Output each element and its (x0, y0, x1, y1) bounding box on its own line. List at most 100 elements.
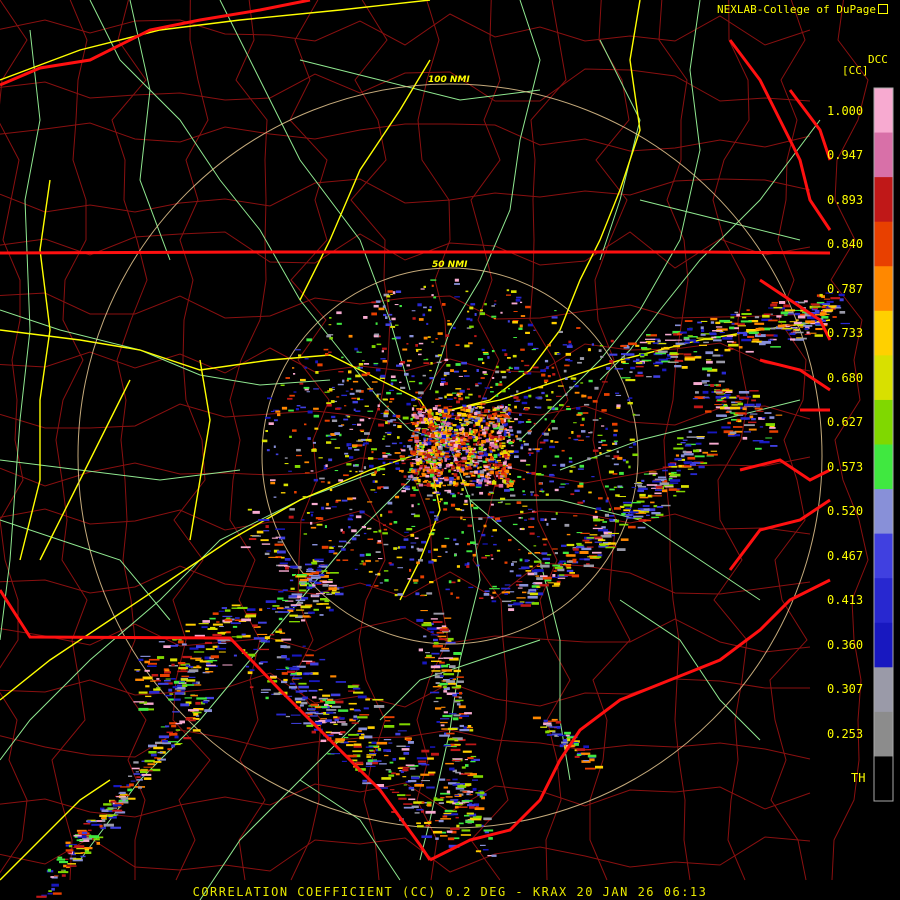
echo-pixel (662, 469, 668, 472)
echo-pixel (411, 789, 415, 791)
echo-pixel (252, 535, 261, 537)
echo-pixel (417, 303, 422, 307)
echo-pixel (484, 484, 489, 487)
echo-pixel (588, 491, 592, 494)
echo-pixel (319, 564, 329, 566)
echo-pixel (352, 750, 363, 753)
echo-pixel (631, 486, 636, 488)
echo-pixel (642, 505, 650, 507)
echo-pixel (326, 572, 330, 574)
echo-pixel (336, 396, 340, 398)
echo-pixel (608, 470, 615, 474)
echo-pixel (413, 514, 420, 518)
echo-pixel (136, 779, 143, 781)
echo-pixel (566, 543, 575, 547)
echo-pixel (265, 416, 271, 419)
color-scale-segment (874, 667, 893, 713)
echo-pixel (453, 473, 458, 477)
echo-pixel (323, 592, 330, 594)
echo-pixel (218, 642, 227, 644)
echo-pixel (737, 331, 748, 335)
echo-pixel (584, 541, 593, 544)
echo-pixel (409, 558, 415, 561)
echo-pixel (497, 418, 500, 422)
echo-pixel (466, 388, 471, 390)
echo-pixel (427, 803, 432, 807)
echo-pixel (693, 341, 700, 344)
echo-pixel (637, 484, 643, 487)
echo-pixel (819, 293, 823, 297)
echo-pixel (383, 570, 389, 572)
echo-pixel (212, 633, 222, 637)
echo-pixel (737, 402, 744, 406)
echo-pixel (470, 430, 473, 434)
echo-pixel (413, 405, 417, 407)
echo-pixel (715, 321, 721, 325)
echo-pixel (284, 558, 291, 561)
echo-pixel (338, 545, 343, 548)
echo-pixel (507, 466, 512, 469)
echo-pixel (449, 446, 454, 451)
echo-pixel (798, 301, 806, 304)
echo-pixel (754, 316, 760, 319)
echo-pixel (532, 366, 539, 369)
echo-pixel (554, 566, 563, 569)
echo-pixel (161, 740, 168, 743)
echo-pixel (271, 537, 278, 539)
echo-pixel (586, 546, 594, 548)
echo-pixel (119, 791, 126, 795)
echo-pixel (397, 567, 404, 569)
echo-pixel (395, 324, 399, 326)
echo-pixel (662, 368, 667, 372)
color-scale-label: 0.413 (827, 593, 864, 608)
echo-pixel (453, 397, 457, 399)
echo-pixel (736, 395, 740, 398)
echo-pixel (390, 293, 393, 295)
echo-pixel (479, 470, 485, 474)
echo-pixel (769, 416, 775, 419)
echo-pixel (440, 377, 446, 381)
echo-pixel (456, 824, 460, 828)
echo-pixel (633, 442, 637, 446)
echo-pixel (746, 309, 750, 312)
echo-pixel (310, 662, 319, 666)
echo-pixel (433, 700, 439, 703)
echo-pixel (368, 418, 371, 420)
echo-pixel (348, 370, 352, 374)
echo-pixel (410, 474, 413, 479)
echo-pixel (508, 408, 512, 411)
echo-pixel (394, 589, 399, 591)
echo-pixel (313, 388, 319, 390)
echo-pixel (511, 302, 518, 305)
echo-pixel (501, 444, 506, 448)
echo-pixel (568, 360, 573, 362)
echo-pixel (528, 448, 532, 451)
echo-pixel (469, 794, 473, 796)
echo-pixel (547, 344, 551, 347)
echo-pixel (443, 744, 452, 747)
echo-pixel (797, 315, 806, 319)
echo-pixel (456, 703, 461, 706)
echo-pixel (552, 464, 557, 466)
echo-pixel (376, 343, 382, 346)
echo-pixel (581, 417, 585, 421)
echo-pixel (475, 850, 482, 853)
echo-pixel (450, 592, 453, 595)
echo-pixel (447, 484, 452, 486)
echo-pixel (532, 582, 536, 585)
echo-pixel (330, 550, 335, 553)
echo-pixel (393, 424, 397, 427)
echo-pixel (503, 414, 507, 418)
echo-pixel (518, 517, 522, 519)
echo-pixel (470, 303, 476, 306)
echo-pixel (474, 411, 478, 416)
echo-pixel (351, 537, 357, 541)
echo-pixel (338, 425, 343, 427)
echo-pixel (384, 716, 395, 719)
echo-pixel (99, 814, 107, 817)
echo-pixel (504, 561, 508, 564)
echo-pixel (554, 552, 559, 555)
echo-pixel (755, 403, 762, 406)
echo-pixel (828, 305, 837, 308)
echo-pixel (352, 444, 358, 448)
